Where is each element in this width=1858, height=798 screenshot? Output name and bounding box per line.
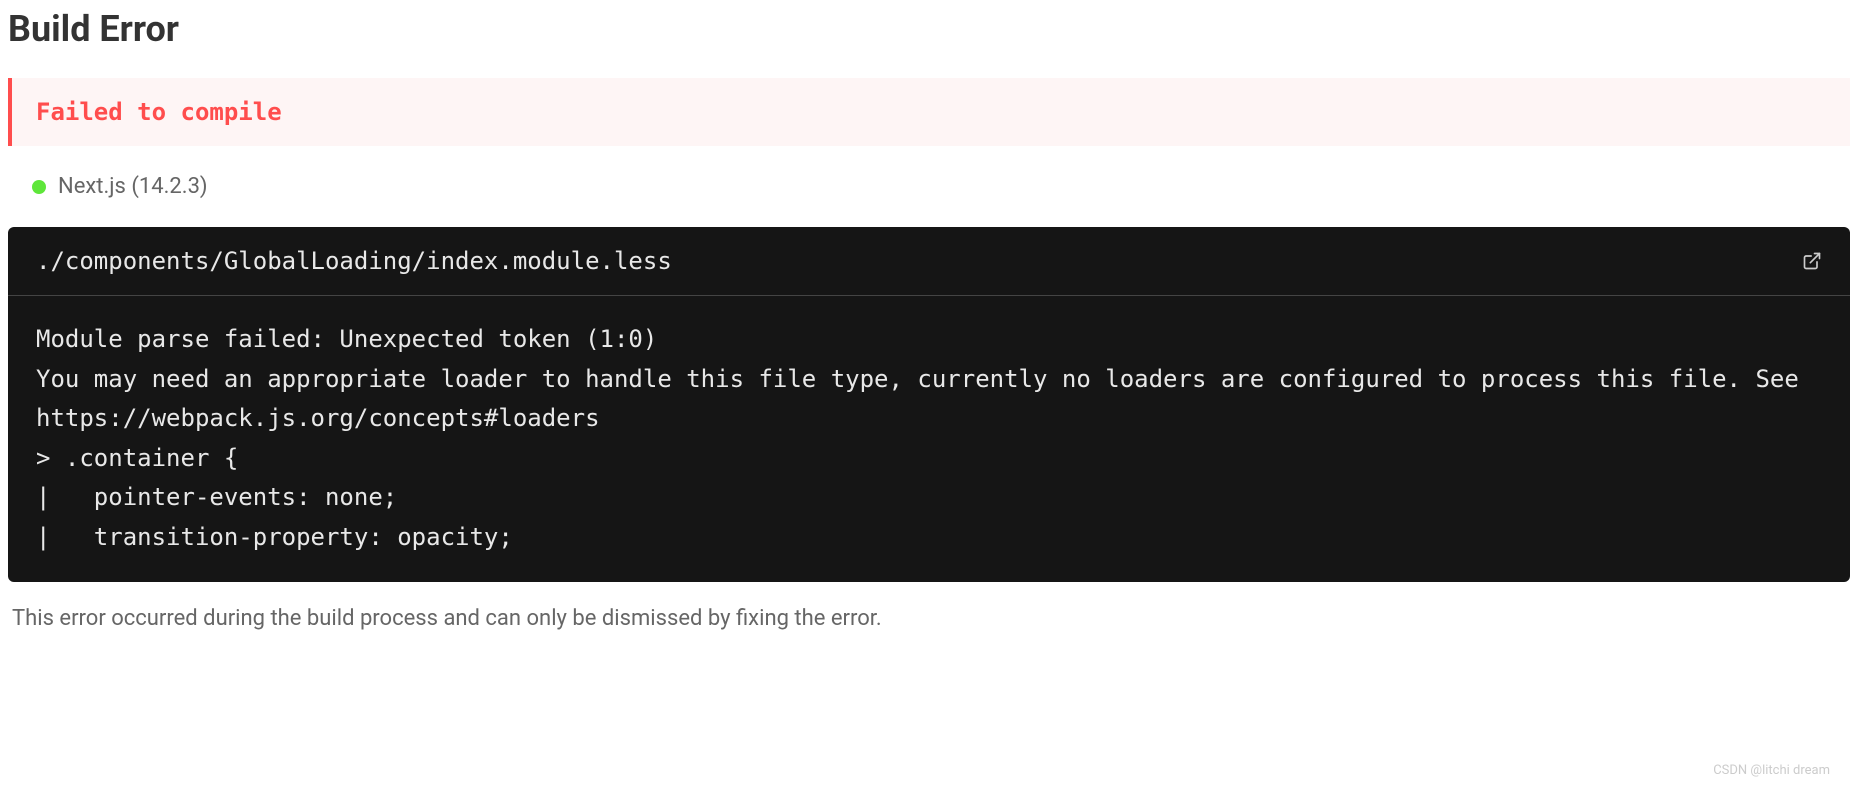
code-body: Module parse failed: Unexpected token (1… bbox=[8, 296, 1850, 582]
watermark: CSDN @litchi dream bbox=[1713, 763, 1830, 778]
framework-label: Next.js (14.2.3) bbox=[58, 174, 208, 199]
page-title: Build Error bbox=[8, 8, 1850, 50]
code-file-path: ./components/GlobalLoading/index.module.… bbox=[36, 247, 672, 275]
error-page: Build Error Failed to compile Next.js (1… bbox=[8, 8, 1850, 790]
code-header: ./components/GlobalLoading/index.module.… bbox=[8, 227, 1850, 296]
error-banner-text: Failed to compile bbox=[36, 98, 1826, 126]
status-dot-icon bbox=[32, 180, 46, 194]
open-external-icon[interactable] bbox=[1802, 251, 1822, 271]
code-block: ./components/GlobalLoading/index.module.… bbox=[8, 227, 1850, 582]
framework-row: Next.js (14.2.3) bbox=[8, 174, 1850, 199]
footer-note: This error occurred during the build pro… bbox=[8, 606, 1850, 631]
error-banner: Failed to compile bbox=[8, 78, 1850, 146]
